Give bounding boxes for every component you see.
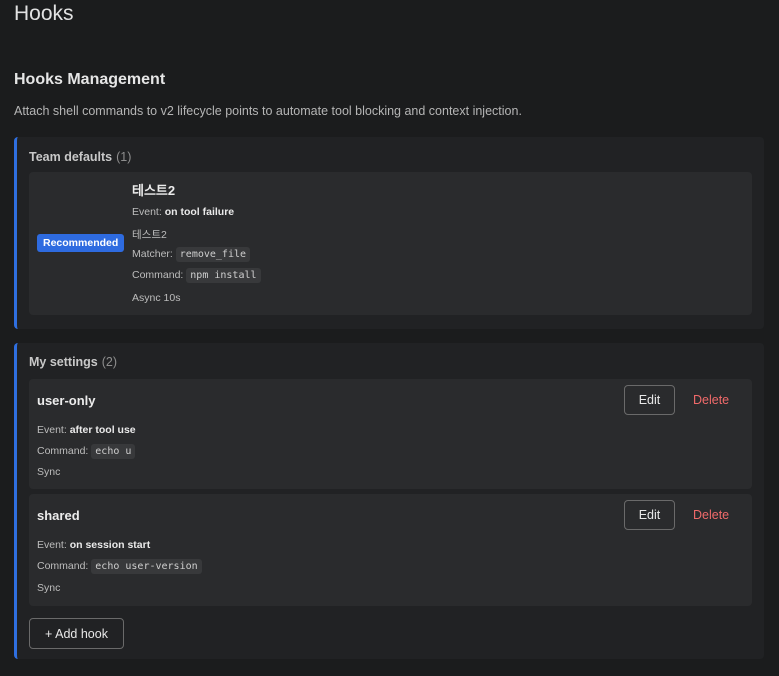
hook-event: Event: on tool failure [132, 206, 234, 218]
event-label: Event: [37, 424, 67, 436]
matcher-label: Matcher: [132, 248, 173, 260]
command-value: npm install [186, 268, 261, 283]
command-label: Command: [37, 445, 89, 457]
hook-command: Command: npm install [132, 268, 261, 283]
edit-button[interactable]: Edit [624, 500, 675, 530]
hook-command: Command: echo u [37, 444, 136, 459]
hook-description: 테스트2 [132, 229, 167, 241]
my-settings-header: My settings (2) [29, 355, 117, 369]
team-defaults-group: Team defaults (1) Recommended 테스트2 Event:… [14, 137, 764, 329]
hook-command: Command: echo user-version [37, 559, 202, 574]
event-value: after tool use [69, 424, 136, 436]
command-value: echo user-version [91, 559, 202, 574]
recommended-badge: Recommended [37, 234, 125, 252]
hook-card-shared: shared Edit Delete Event: on session sta… [29, 494, 752, 606]
add-hook-button[interactable]: + Add hook [29, 618, 124, 649]
command-label: Command: [132, 269, 184, 281]
event-value: on tool failure [164, 206, 235, 218]
section-description: Attach shell commands to v2 lifecycle po… [14, 104, 522, 118]
team-defaults-label: Team defaults [29, 150, 113, 164]
team-defaults-header: Team defaults (1) [29, 150, 131, 164]
hook-name: shared [37, 508, 80, 523]
event-label: Event: [132, 206, 162, 218]
hook-event: Event: on session start [37, 539, 150, 551]
team-hook-card: Recommended 테스트2 Event: on tool failure … [29, 172, 752, 315]
hook-card-user-only: user-only Edit Delete Event: after tool … [29, 379, 752, 489]
my-settings-count: (2) [101, 355, 118, 369]
command-value: echo u [91, 444, 136, 459]
edit-button[interactable]: Edit [624, 385, 675, 415]
hooks-page: Hooks Hooks Management Attach shell comm… [0, 0, 779, 676]
hook-mode: Sync [37, 466, 61, 478]
team-defaults-count: (1) [116, 150, 132, 164]
delete-button[interactable]: Delete [693, 508, 729, 522]
event-value: on session start [69, 539, 151, 551]
hook-mode: Async 10s [132, 292, 181, 304]
hook-mode: Sync [37, 582, 61, 594]
my-settings-label: My settings [29, 355, 98, 369]
matcher-value: remove_file [175, 247, 251, 262]
command-label: Command: [37, 560, 89, 572]
hook-name: 테스트2 [132, 183, 176, 198]
my-settings-group: My settings (2) user-only Edit Delete Eve… [14, 343, 764, 659]
page-title: Hooks [14, 2, 74, 25]
event-label: Event: [37, 539, 67, 551]
hook-event: Event: after tool use [37, 424, 136, 436]
hook-matcher: Matcher: remove_file [132, 247, 251, 262]
hook-name: user-only [37, 393, 96, 408]
delete-button[interactable]: Delete [693, 393, 729, 407]
section-title: Hooks Management [14, 71, 166, 88]
